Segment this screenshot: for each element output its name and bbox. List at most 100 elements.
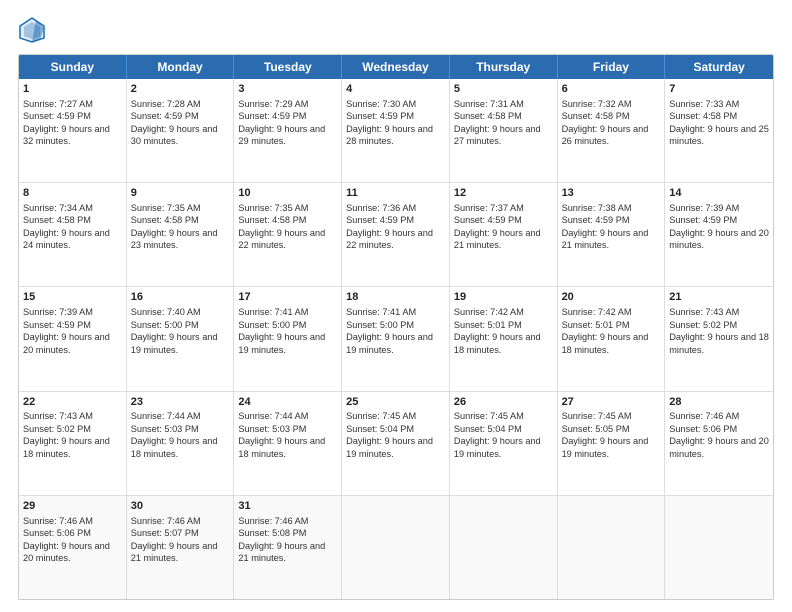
day-info-line: Sunset: 4:58 PM	[562, 110, 661, 122]
calendar-cell-empty	[665, 496, 773, 599]
day-number: 24	[238, 395, 337, 410]
calendar-cell-day-26: 26Sunrise: 7:45 AMSunset: 5:04 PMDayligh…	[450, 392, 558, 495]
day-number: 12	[454, 186, 553, 201]
day-info-line: Sunset: 4:59 PM	[23, 319, 122, 331]
calendar-cell-day-6: 6Sunrise: 7:32 AMSunset: 4:58 PMDaylight…	[558, 79, 666, 182]
day-info-line: Sunrise: 7:27 AM	[23, 98, 122, 110]
day-info-line: Sunset: 5:04 PM	[454, 423, 553, 435]
day-info-line: Daylight: 9 hours and 21 minutes.	[238, 540, 337, 565]
day-info-line: Sunrise: 7:33 AM	[669, 98, 769, 110]
day-info-line: Daylight: 9 hours and 18 minutes.	[454, 331, 553, 356]
day-info-line: Sunrise: 7:46 AM	[131, 515, 230, 527]
calendar-cell-day-19: 19Sunrise: 7:42 AMSunset: 5:01 PMDayligh…	[450, 287, 558, 390]
day-info-line: Daylight: 9 hours and 20 minutes.	[669, 435, 769, 460]
day-info-line: Sunrise: 7:29 AM	[238, 98, 337, 110]
calendar-cell-day-29: 29Sunrise: 7:46 AMSunset: 5:06 PMDayligh…	[19, 496, 127, 599]
day-number: 13	[562, 186, 661, 201]
day-info-line: Sunrise: 7:39 AM	[669, 202, 769, 214]
day-info-line: Daylight: 9 hours and 25 minutes.	[669, 123, 769, 148]
day-number: 23	[131, 395, 230, 410]
day-info-line: Daylight: 9 hours and 18 minutes.	[669, 331, 769, 356]
day-info-line: Daylight: 9 hours and 19 minutes.	[562, 435, 661, 460]
calendar-cell-day-31: 31Sunrise: 7:46 AMSunset: 5:08 PMDayligh…	[234, 496, 342, 599]
day-info-line: Daylight: 9 hours and 23 minutes.	[131, 227, 230, 252]
day-info-line: Sunset: 4:58 PM	[131, 214, 230, 226]
day-info-line: Sunrise: 7:44 AM	[238, 410, 337, 422]
day-info-line: Sunset: 5:00 PM	[238, 319, 337, 331]
day-info-line: Daylight: 9 hours and 21 minutes.	[562, 227, 661, 252]
calendar-cell-day-1: 1Sunrise: 7:27 AMSunset: 4:59 PMDaylight…	[19, 79, 127, 182]
day-info-line: Sunset: 4:59 PM	[346, 214, 445, 226]
calendar-cell-day-10: 10Sunrise: 7:35 AMSunset: 4:58 PMDayligh…	[234, 183, 342, 286]
day-info-line: Sunset: 4:58 PM	[238, 214, 337, 226]
day-info-line: Sunrise: 7:46 AM	[23, 515, 122, 527]
day-number: 21	[669, 290, 769, 305]
day-info-line: Sunset: 5:02 PM	[23, 423, 122, 435]
calendar-header-row: SundayMondayTuesdayWednesdayThursdayFrid…	[19, 55, 773, 79]
day-info-line: Sunset: 5:04 PM	[346, 423, 445, 435]
calendar-header-friday: Friday	[558, 55, 666, 79]
day-info-line: Daylight: 9 hours and 28 minutes.	[346, 123, 445, 148]
day-info-line: Daylight: 9 hours and 20 minutes.	[23, 540, 122, 565]
day-info-line: Sunrise: 7:41 AM	[238, 306, 337, 318]
day-info-line: Daylight: 9 hours and 21 minutes.	[131, 540, 230, 565]
calendar-week-4: 22Sunrise: 7:43 AMSunset: 5:02 PMDayligh…	[19, 392, 773, 496]
calendar: SundayMondayTuesdayWednesdayThursdayFrid…	[18, 54, 774, 600]
calendar-header-tuesday: Tuesday	[234, 55, 342, 79]
day-number: 7	[669, 82, 769, 97]
day-info-line: Sunrise: 7:43 AM	[669, 306, 769, 318]
day-info-line: Sunset: 5:01 PM	[454, 319, 553, 331]
day-info-line: Sunrise: 7:30 AM	[346, 98, 445, 110]
day-info-line: Sunrise: 7:38 AM	[562, 202, 661, 214]
day-info-line: Daylight: 9 hours and 18 minutes.	[562, 331, 661, 356]
calendar-cell-day-16: 16Sunrise: 7:40 AMSunset: 5:00 PMDayligh…	[127, 287, 235, 390]
day-info-line: Daylight: 9 hours and 20 minutes.	[23, 331, 122, 356]
day-number: 30	[131, 499, 230, 514]
day-number: 4	[346, 82, 445, 97]
day-info-line: Daylight: 9 hours and 29 minutes.	[238, 123, 337, 148]
day-number: 10	[238, 186, 337, 201]
day-info-line: Sunrise: 7:31 AM	[454, 98, 553, 110]
day-info-line: Sunset: 4:59 PM	[238, 110, 337, 122]
page: SundayMondayTuesdayWednesdayThursdayFrid…	[0, 0, 792, 612]
day-info-line: Sunrise: 7:36 AM	[346, 202, 445, 214]
calendar-cell-day-3: 3Sunrise: 7:29 AMSunset: 4:59 PMDaylight…	[234, 79, 342, 182]
day-info-line: Sunset: 4:59 PM	[669, 214, 769, 226]
logo	[18, 16, 50, 44]
day-info-line: Sunset: 4:58 PM	[454, 110, 553, 122]
day-info-line: Sunset: 4:59 PM	[131, 110, 230, 122]
day-info-line: Sunrise: 7:32 AM	[562, 98, 661, 110]
calendar-cell-day-18: 18Sunrise: 7:41 AMSunset: 5:00 PMDayligh…	[342, 287, 450, 390]
calendar-cell-day-27: 27Sunrise: 7:45 AMSunset: 5:05 PMDayligh…	[558, 392, 666, 495]
day-number: 25	[346, 395, 445, 410]
day-info-line: Daylight: 9 hours and 19 minutes.	[131, 331, 230, 356]
day-info-line: Sunrise: 7:40 AM	[131, 306, 230, 318]
calendar-cell-day-13: 13Sunrise: 7:38 AMSunset: 4:59 PMDayligh…	[558, 183, 666, 286]
calendar-cell-day-21: 21Sunrise: 7:43 AMSunset: 5:02 PMDayligh…	[665, 287, 773, 390]
calendar-cell-day-23: 23Sunrise: 7:44 AMSunset: 5:03 PMDayligh…	[127, 392, 235, 495]
day-info-line: Daylight: 9 hours and 19 minutes.	[346, 435, 445, 460]
day-info-line: Sunrise: 7:41 AM	[346, 306, 445, 318]
day-info-line: Daylight: 9 hours and 30 minutes.	[131, 123, 230, 148]
day-number: 5	[454, 82, 553, 97]
calendar-cell-empty	[342, 496, 450, 599]
day-number: 16	[131, 290, 230, 305]
calendar-header-sunday: Sunday	[19, 55, 127, 79]
day-info-line: Daylight: 9 hours and 18 minutes.	[131, 435, 230, 460]
day-info-line: Daylight: 9 hours and 20 minutes.	[669, 227, 769, 252]
day-info-line: Sunset: 5:07 PM	[131, 527, 230, 539]
calendar-cell-day-24: 24Sunrise: 7:44 AMSunset: 5:03 PMDayligh…	[234, 392, 342, 495]
day-info-line: Sunset: 5:03 PM	[131, 423, 230, 435]
day-info-line: Sunset: 5:00 PM	[131, 319, 230, 331]
day-info-line: Sunrise: 7:44 AM	[131, 410, 230, 422]
day-info-line: Daylight: 9 hours and 27 minutes.	[454, 123, 553, 148]
calendar-cell-day-15: 15Sunrise: 7:39 AMSunset: 4:59 PMDayligh…	[19, 287, 127, 390]
day-number: 3	[238, 82, 337, 97]
day-info-line: Sunrise: 7:45 AM	[562, 410, 661, 422]
calendar-cell-day-8: 8Sunrise: 7:34 AMSunset: 4:58 PMDaylight…	[19, 183, 127, 286]
day-number: 9	[131, 186, 230, 201]
day-number: 28	[669, 395, 769, 410]
calendar-header-thursday: Thursday	[450, 55, 558, 79]
calendar-body: 1Sunrise: 7:27 AMSunset: 4:59 PMDaylight…	[19, 79, 773, 599]
day-info-line: Daylight: 9 hours and 19 minutes.	[238, 331, 337, 356]
